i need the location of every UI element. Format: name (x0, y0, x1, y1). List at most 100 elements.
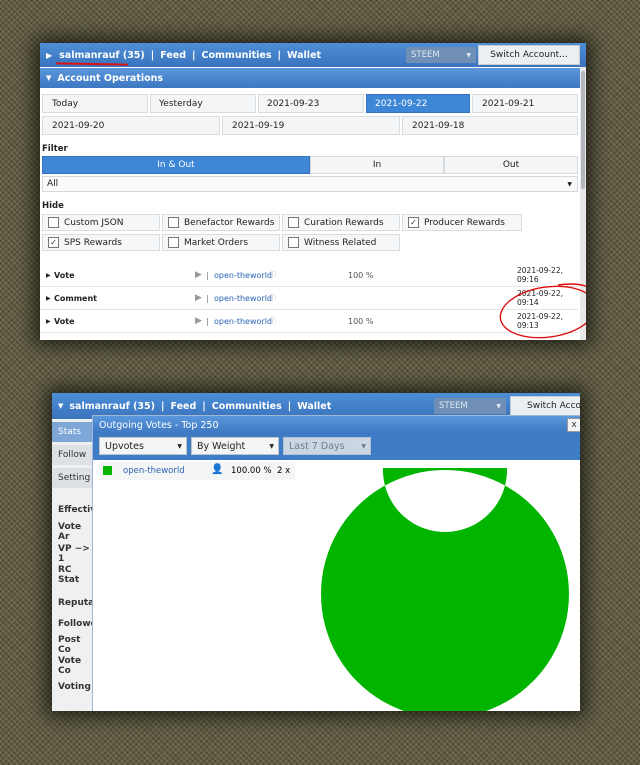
sidebar-stat-followers: Followe (58, 619, 97, 629)
expand-arrow-icon[interactable]: ▶ (46, 264, 51, 286)
checkbox-label: Curation Rewards (304, 217, 384, 228)
account-operations-header[interactable]: ▼ Account Operations (40, 68, 586, 88)
nav-feed-link[interactable]: Feed (160, 50, 186, 61)
date-2021-09-18-button[interactable]: 2021-09-18 (402, 116, 578, 135)
hide-benefactor-rewards-checkbox[interactable]: Benefactor Rewards (162, 214, 280, 231)
sidebar-stat-effective: Effectiv (58, 505, 97, 515)
section-title: Account Operations (57, 72, 164, 84)
date-label: Yesterday (159, 98, 203, 109)
legend-color-swatch (103, 466, 112, 475)
sort-dropdown[interactable]: By Weight ▼ (191, 437, 279, 455)
nav-feed-link[interactable]: Feed (170, 401, 196, 412)
row-separator: | (206, 293, 209, 303)
chevron-down-icon: ▼ (496, 402, 501, 410)
date-2021-09-23-button[interactable]: 2021-09-23 (258, 94, 364, 113)
sidebar-stat-vote-count: Vote Co (58, 656, 82, 676)
caret-down-icon[interactable]: ▼ (58, 402, 63, 410)
sidebar-stat-rc: RC Stat (58, 565, 80, 585)
hide-market-orders-checkbox[interactable]: Market Orders (162, 234, 280, 251)
checkbox-label: Custom JSON (64, 217, 124, 228)
caret-right-icon[interactable]: ▶ (46, 51, 52, 60)
date-2021-09-21-button[interactable]: 2021-09-21 (472, 94, 578, 113)
dropdown-value: Last 7 Days (289, 440, 345, 452)
operation-user-link[interactable]: open-theworld (214, 287, 272, 309)
user-info-icon[interactable]: ⓘ (269, 287, 276, 309)
nav-wallet-link[interactable]: Wallet (287, 50, 321, 61)
hide-curation-rewards-checkbox[interactable]: Curation Rewards (282, 214, 400, 231)
row-separator: | (206, 316, 209, 326)
nav-separator: | (161, 400, 165, 412)
caret-down-icon: ▼ (46, 74, 52, 82)
switch-account-button[interactable]: Switch Account... (478, 45, 580, 65)
legend-user-link[interactable]: open-theworld (123, 466, 185, 476)
expand-arrow-icon[interactable]: ▶ (46, 287, 51, 309)
hide-producer-rewards-checkbox[interactable]: ✓ Producer Rewards (402, 214, 522, 231)
filter-select-value: All (47, 179, 59, 189)
filter-tab-out[interactable]: Out (444, 156, 578, 174)
date-label: 2021-09-23 (267, 98, 320, 109)
currency-select[interactable]: STEEM ▼ (434, 398, 506, 414)
operation-type: Comment (54, 293, 97, 303)
checkbox-icon (288, 237, 299, 248)
user-info-icon[interactable]: ⓘ (269, 310, 276, 332)
date-label: 2021-09-22 (375, 98, 428, 109)
legend-count: 2 x (277, 466, 291, 476)
sidebar-stat-voting: Voting (58, 682, 91, 692)
outgoing-votes-modal: Outgoing Votes - Top 250 x Upvotes ▼ By … (92, 415, 580, 711)
sidebar-stat-vote-amount: Vote Ar (58, 522, 82, 542)
hide-label: Hide (42, 201, 64, 211)
outgoing-votes-donut-chart (320, 468, 569, 711)
operation-user-link[interactable]: open-theworld (214, 264, 272, 286)
checkbox-label: SPS Rewards (64, 237, 122, 248)
play-icon[interactable]: ▶ (195, 310, 202, 332)
vote-type-dropdown[interactable]: Upvotes ▼ (99, 437, 187, 455)
nav-user-link[interactable]: salmanrauf (35) (69, 401, 155, 412)
chevron-down-icon: ▼ (177, 442, 182, 450)
scrollbar-thumb[interactable] (581, 71, 585, 189)
outgoing-votes-panel: ▼ salmanrauf (35) | Feed | Communities |… (52, 393, 580, 711)
checkbox-icon (168, 237, 179, 248)
expand-arrow-icon[interactable]: ▶ (46, 310, 51, 332)
date-2021-09-19-button[interactable]: 2021-09-19 (222, 116, 400, 135)
checkmark-icon: ✓ (48, 237, 59, 248)
user-info-icon[interactable]: ⓘ (269, 264, 276, 286)
play-icon[interactable]: ▶ (195, 287, 202, 309)
hide-sps-rewards-checkbox[interactable]: ✓ SPS Rewards (42, 234, 160, 251)
date-yesterday-button[interactable]: Yesterday (150, 94, 256, 113)
nav-separator: | (277, 49, 281, 61)
currency-select[interactable]: STEEM ▼ (406, 47, 476, 63)
sidebar-tab-settings[interactable]: Setting (52, 468, 92, 488)
sidebar-stat-post-count: Post Co (58, 635, 81, 655)
switch-account-button[interactable]: Switch Accou (510, 396, 580, 416)
checkbox-icon (168, 217, 179, 228)
filter-tab-in[interactable]: In (310, 156, 444, 174)
date-today-button[interactable]: Today (42, 94, 148, 113)
sidebar-tab-stats[interactable]: Stats (52, 422, 92, 442)
legend-percent: 100.00 % (231, 466, 272, 476)
sidebar-tab-follow[interactable]: Follow (52, 445, 92, 465)
nav-communities-link[interactable]: Communities (202, 50, 272, 61)
hide-witness-related-checkbox[interactable]: Witness Related (282, 234, 400, 251)
hide-custom-json-checkbox[interactable]: Custom JSON (42, 214, 160, 231)
play-icon[interactable]: ▶ (195, 264, 202, 286)
checkbox-label: Producer Rewards (424, 217, 505, 228)
legend-row[interactable]: open-theworld 👤 100.00 % 2 x (99, 462, 295, 480)
currency-select-label: STEEM (439, 401, 468, 411)
filter-label: Filter (42, 144, 68, 154)
filter-type-select[interactable]: All ▼ (42, 176, 578, 192)
operation-user-link[interactable]: open-theworld (214, 310, 272, 332)
close-button[interactable]: x (567, 418, 580, 432)
nav-separator: | (202, 400, 206, 412)
nav-communities-link[interactable]: Communities (212, 401, 282, 412)
nav-wallet-link[interactable]: Wallet (297, 401, 331, 412)
date-label: 2021-09-18 (412, 120, 465, 131)
date-label: 2021-09-20 (52, 120, 105, 131)
nav-user-link[interactable]: salmanrauf (35) (59, 50, 145, 61)
operation-percent: 100 % (348, 270, 374, 280)
date-2021-09-22-button[interactable]: 2021-09-22 (366, 94, 470, 113)
date-2021-09-20-button[interactable]: 2021-09-20 (42, 116, 220, 135)
user-icon: 👤 (211, 464, 224, 475)
modal-header: Outgoing Votes - Top 250 x (93, 416, 580, 434)
filter-tab-in-out[interactable]: In & Out (42, 156, 310, 174)
period-dropdown[interactable]: Last 7 Days ▼ (283, 437, 371, 455)
